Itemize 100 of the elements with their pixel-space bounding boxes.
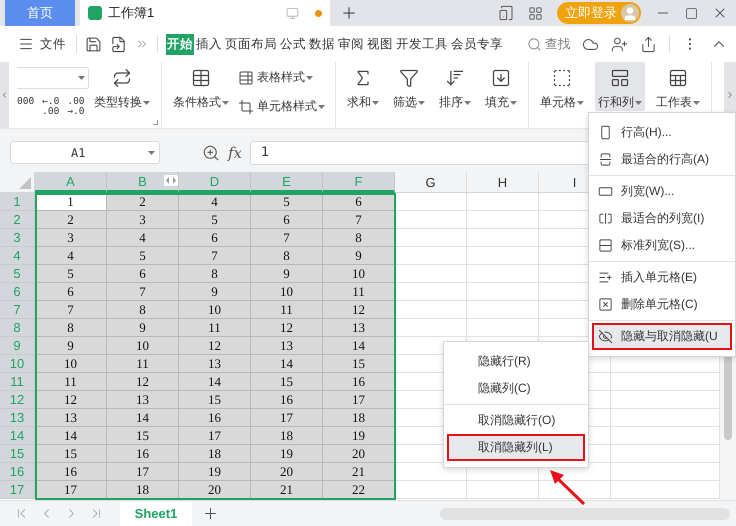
ribbon-tab[interactable]: 页面布局 xyxy=(224,34,278,54)
table-cell: 3 xyxy=(35,229,107,247)
table-cell: 9 xyxy=(107,319,179,337)
table-cell: 15 xyxy=(251,373,323,391)
ribbon-button[interactable]: 求和 xyxy=(344,62,382,111)
table-cell: 16 xyxy=(107,445,179,463)
table-cell: 12 xyxy=(179,337,251,355)
table-cell: 12 xyxy=(35,391,107,409)
table-cell: 17 xyxy=(323,391,395,409)
ribbon-button[interactable]: 筛选 xyxy=(390,62,428,111)
table-cell: 16 xyxy=(251,391,323,409)
table-cell: 7 xyxy=(251,229,323,247)
document-tab[interactable]: 工作簿1 xyxy=(80,0,330,26)
table-cell: 10 xyxy=(35,355,107,373)
table-cell: 8 xyxy=(107,301,179,319)
table-cell: 14 xyxy=(179,373,251,391)
table-cell: 4 xyxy=(107,229,179,247)
table-cell: 20 xyxy=(251,463,323,481)
ribbon-button[interactable]: 工作表 xyxy=(653,62,703,111)
table-cell: 18 xyxy=(179,445,251,463)
ribbon-button[interactable]: 表格样式 xyxy=(236,68,327,87)
table-cell: 12 xyxy=(323,301,395,319)
number-format-button[interactable]: 000 xyxy=(17,97,34,117)
table-cell: 7 xyxy=(179,247,251,265)
menu-item[interactable]: 隐藏与取消隐藏(U xyxy=(592,323,732,350)
table-cell: 13 xyxy=(323,319,395,337)
ribbon-tab[interactable]: 数据 xyxy=(308,34,336,54)
tab-title: 首页 xyxy=(27,4,53,22)
table-cell: 21 xyxy=(251,481,323,499)
table-cell: 7 xyxy=(323,211,395,229)
table-cell: 10 xyxy=(107,337,179,355)
file-menu[interactable]: 文件 xyxy=(16,34,68,54)
table-cell: 16 xyxy=(323,373,395,391)
table-cell: 13 xyxy=(179,355,251,373)
number-format-button[interactable]: .00 →.0 xyxy=(67,97,85,117)
table-cell: 8 xyxy=(323,229,395,247)
number-format-button[interactable]: ←.0 .00 xyxy=(42,97,60,117)
table-cell: 15 xyxy=(323,355,395,373)
column-header[interactable]: H xyxy=(467,172,539,193)
table-cell: 13 xyxy=(251,337,323,355)
table-cell: 15 xyxy=(107,427,179,445)
table-cell: 5 xyxy=(179,211,251,229)
table-cell: 22 xyxy=(323,481,395,499)
ribbon-button[interactable]: 填充 xyxy=(482,62,520,111)
table-cell: 18 xyxy=(251,427,323,445)
table-cell: 20 xyxy=(323,445,395,463)
table-cell: 11 xyxy=(251,301,323,319)
ribbon-tab[interactable]: 公式 xyxy=(279,34,307,54)
ribbon-button[interactable]: 条件格式 xyxy=(170,62,232,111)
ribbon-tab[interactable]: 审阅 xyxy=(337,34,365,54)
table-cell: 8 xyxy=(251,247,323,265)
ribbon-button[interactable]: 类型转换 xyxy=(91,62,153,111)
table-cell: 17 xyxy=(35,481,107,499)
table-cell: 14 xyxy=(107,409,179,427)
menu-item[interactable]: 取消隐藏列(L) xyxy=(447,434,585,461)
table-cell: 2 xyxy=(35,211,107,229)
ribbon-tab[interactable]: 插入 xyxy=(195,34,223,54)
table-cell: 11 xyxy=(323,283,395,301)
table-cell: 20 xyxy=(179,481,251,499)
ribbon-button[interactable]: 单元格样式 xyxy=(236,97,327,116)
fx-label[interactable]: fx xyxy=(228,144,242,162)
table-cell: 5 xyxy=(35,265,107,283)
ribbon-button[interactable]: 单元格 xyxy=(537,62,587,111)
table-cell: 11 xyxy=(107,355,179,373)
table-cell: 16 xyxy=(179,409,251,427)
name-box[interactable]: A1 xyxy=(10,141,160,164)
table-cell: 6 xyxy=(251,211,323,229)
table-cell: 15 xyxy=(35,445,107,463)
table-cell: 7 xyxy=(107,283,179,301)
table-cell: 14 xyxy=(323,337,395,355)
table-cell: 14 xyxy=(35,427,107,445)
table-cell: 9 xyxy=(179,283,251,301)
table-cell: 3 xyxy=(107,211,179,229)
ribbon-tab[interactable]: 会员专享 xyxy=(450,34,504,54)
table-cell: 12 xyxy=(251,319,323,337)
table-cell: 19 xyxy=(323,427,395,445)
table-cell: 19 xyxy=(251,445,323,463)
ribbon-button[interactable]: 排序 xyxy=(436,62,474,111)
table-cell: 6 xyxy=(179,229,251,247)
table-cell: 12 xyxy=(107,373,179,391)
table-cell: 11 xyxy=(179,319,251,337)
search-button[interactable]: 查找 xyxy=(521,34,577,54)
table-cell: 17 xyxy=(107,463,179,481)
table-cell: 10 xyxy=(179,301,251,319)
table-cell: 18 xyxy=(323,409,395,427)
table-cell: 9 xyxy=(323,247,395,265)
ribbon-tab[interactable]: 视图 xyxy=(366,34,394,54)
ribbon-tab[interactable]: 开发工具 xyxy=(395,34,449,54)
table-cell: 17 xyxy=(179,427,251,445)
table-cell: 5 xyxy=(107,247,179,265)
table-cell: 9 xyxy=(35,337,107,355)
ribbon-button[interactable]: 行和列 xyxy=(595,62,645,111)
table-cell: 10 xyxy=(323,265,395,283)
table-cell: 21 xyxy=(323,463,395,481)
table-cell: 11 xyxy=(35,373,107,391)
table-cell: 4 xyxy=(35,247,107,265)
tab-title: 工作簿1 xyxy=(108,4,154,22)
table-cell: 16 xyxy=(35,463,107,481)
column-header[interactable]: G xyxy=(395,172,467,193)
table-cell: 6 xyxy=(107,265,179,283)
